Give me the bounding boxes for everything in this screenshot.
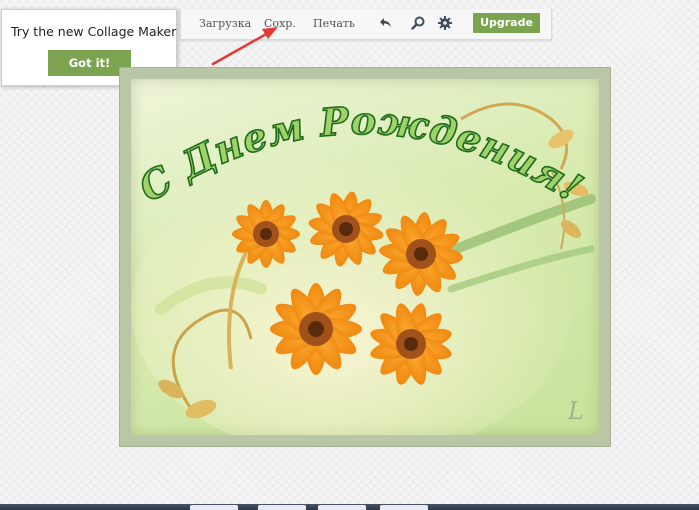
gear-icon[interactable]	[437, 15, 453, 31]
greeting-title: С Днем Рождения!	[131, 97, 591, 212]
toolbar-print-link[interactable]: Печать	[313, 17, 355, 30]
toolbar-save-link[interactable]: Сохр.	[264, 17, 296, 30]
undo-icon[interactable]	[378, 15, 394, 31]
tooltip-text: Try the new Collage Maker	[11, 24, 177, 39]
taskbar-button[interactable]	[190, 505, 238, 510]
upgrade-button[interactable]: Upgrade	[473, 13, 540, 33]
svg-text:С Днем Рождения!: С Днем Рождения!	[131, 98, 591, 211]
signature-logo: L	[567, 397, 584, 425]
editor-toolbar: Загрузка Сохр. Печать Upgrade	[180, 9, 552, 40]
toolbar-upload-link[interactable]: Загрузка	[199, 17, 251, 30]
birthday-card-image: С Днем Рождения! L	[120, 68, 610, 446]
greeting-text: С Днем Рождения!	[131, 97, 591, 212]
got-it-button[interactable]: Got it!	[48, 50, 131, 76]
taskbar-button[interactable]	[318, 505, 366, 510]
taskbar-button[interactable]	[258, 505, 306, 510]
card-canvas: С Днем Рождения! L	[131, 79, 599, 435]
search-icon[interactable]	[410, 15, 426, 31]
taskbar-button[interactable]	[380, 505, 428, 510]
signature-text: L	[567, 397, 584, 425]
